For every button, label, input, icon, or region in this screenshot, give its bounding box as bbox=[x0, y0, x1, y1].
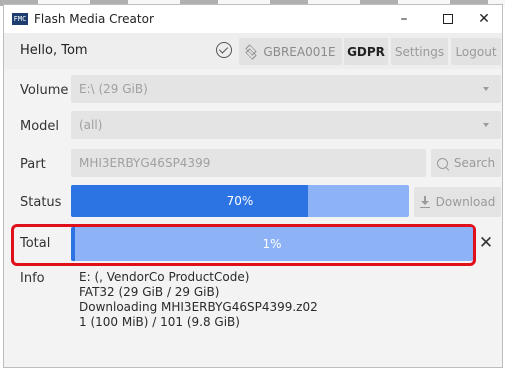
info-line: FAT32 (29 GiB / 29 GiB) bbox=[79, 285, 220, 299]
part-label: Part bbox=[20, 157, 46, 172]
info-line: 1 (100 MiB) / 101 (9.8 GiB) bbox=[79, 315, 240, 329]
cancel-download-button[interactable]: ✕ bbox=[478, 235, 494, 252]
title-bar: FMC Flash Media Creator – ✕ bbox=[4, 5, 502, 33]
app-window: FMC Flash Media Creator – ✕ Hello, Tom G… bbox=[3, 4, 503, 368]
greeting-text: Hello, Tom bbox=[20, 43, 88, 58]
info-line: Downloading MHI3ERBYG46SP4399.z02 bbox=[79, 300, 318, 314]
status-progress-bar: 70% bbox=[71, 185, 409, 217]
app-icon: FMC bbox=[12, 13, 28, 25]
minimize-button[interactable]: – bbox=[382, 5, 426, 33]
volume-label: Volume bbox=[20, 83, 69, 98]
download-icon bbox=[419, 196, 430, 208]
total-progress-text: 1% bbox=[262, 237, 282, 251]
close-window-button[interactable]: ✕ bbox=[462, 5, 505, 33]
model-label: Model bbox=[20, 119, 60, 134]
window-title: Flash Media Creator bbox=[34, 12, 154, 26]
total-progress-bar: 1% bbox=[71, 227, 473, 261]
search-label: Search bbox=[453, 156, 496, 170]
volume-value: E:\ (29 GiB) bbox=[79, 82, 148, 96]
header-bar: Hello, Tom GBREA001E GDPR Settings Logou… bbox=[4, 33, 502, 69]
part-input[interactable]: MHI3ERBYG46SP4399 bbox=[71, 149, 426, 177]
chevron-down-icon bbox=[483, 123, 489, 127]
search-icon bbox=[436, 157, 448, 169]
volume-select[interactable]: E:\ (29 GiB) bbox=[71, 75, 501, 103]
logout-button[interactable]: Logout bbox=[451, 38, 501, 65]
maximize-icon bbox=[443, 14, 453, 24]
chevron-down-icon bbox=[483, 87, 489, 91]
total-label: Total bbox=[20, 236, 51, 251]
info-label: Info bbox=[20, 271, 45, 286]
model-select[interactable]: (all) bbox=[71, 111, 501, 139]
download-button[interactable]: Download bbox=[414, 187, 501, 217]
layers-icon bbox=[245, 46, 257, 58]
check-circle-icon bbox=[216, 42, 232, 58]
device-label: GBREA001E bbox=[263, 44, 336, 59]
info-line: E: (, VendorCo ProductCode) bbox=[79, 270, 250, 284]
settings-button[interactable]: Settings bbox=[391, 38, 448, 65]
download-label: Download bbox=[435, 195, 496, 209]
model-value: (all) bbox=[79, 118, 103, 132]
gdpr-button[interactable]: GDPR bbox=[344, 38, 388, 65]
status-label: Status bbox=[20, 195, 62, 210]
status-progress-text: 70% bbox=[226, 194, 254, 208]
search-button[interactable]: Search bbox=[431, 149, 501, 177]
info-text: E: (, VendorCo ProductCode) FAT32 (29 Gi… bbox=[79, 270, 318, 330]
device-button[interactable]: GBREA001E bbox=[239, 38, 342, 65]
